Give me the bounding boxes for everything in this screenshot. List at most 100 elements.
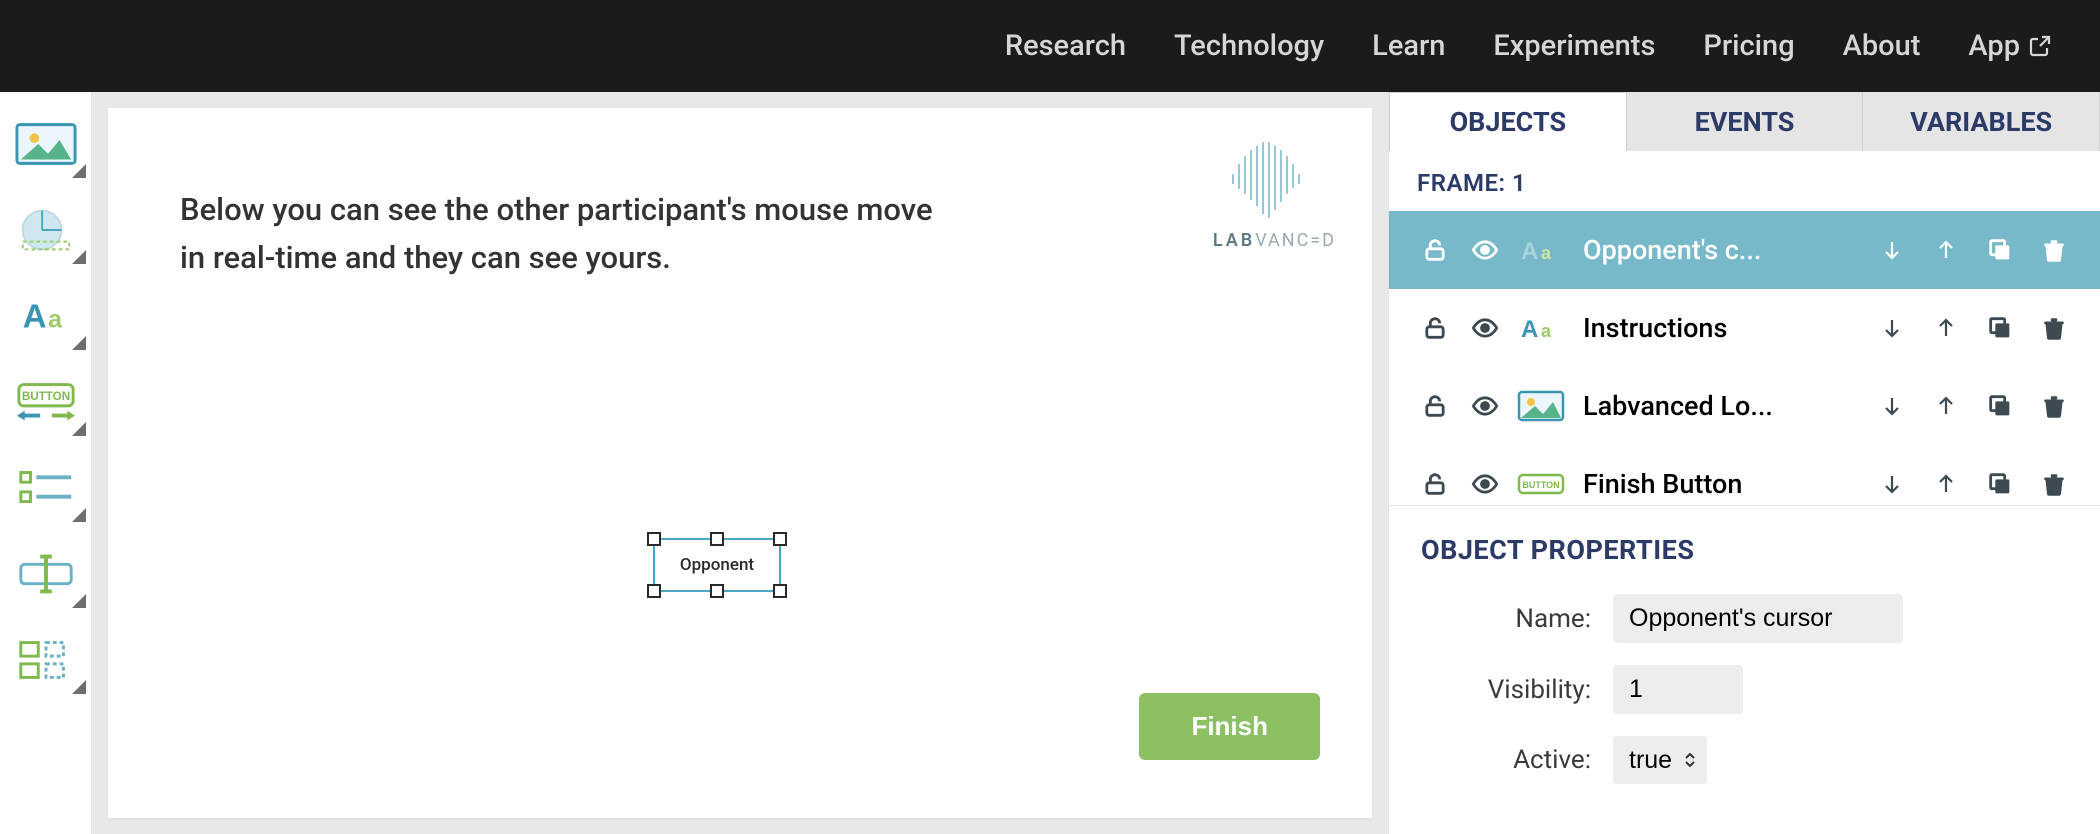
external-link-icon	[2028, 34, 2052, 58]
lock-icon[interactable]	[1417, 388, 1453, 424]
tab-variables[interactable]: VARIABLES	[1863, 92, 2100, 151]
object-row-0[interactable]: Aa Opponent's c...	[1389, 211, 2100, 289]
resize-handle-tl[interactable]	[647, 532, 661, 546]
prop-visibility-label: Visibility:	[1421, 675, 1591, 705]
tool-expand-corner-icon	[72, 508, 86, 522]
selected-object-opponent[interactable]: Opponent	[653, 538, 781, 592]
tool-button[interactable]: BUTTON	[6, 368, 86, 436]
tool-image[interactable]	[6, 110, 86, 178]
svg-text:A: A	[1521, 238, 1538, 265]
eye-icon[interactable]	[1467, 388, 1503, 424]
object-row-1[interactable]: Aa Instructions	[1389, 289, 2100, 367]
object-row-3[interactable]: BUTTON Finish Button	[1389, 445, 2100, 506]
duplicate-icon[interactable]	[1982, 388, 2018, 424]
object-type-icon: Aa	[1517, 312, 1565, 344]
move-up-icon[interactable]	[1928, 232, 1964, 268]
lock-icon[interactable]	[1417, 232, 1453, 268]
inspector-tabs: OBJECTS EVENTS VARIABLES	[1389, 92, 2100, 151]
move-down-icon[interactable]	[1874, 466, 1910, 502]
input-icon	[15, 550, 77, 598]
logo-prefix: LAB	[1213, 230, 1255, 251]
instructions-line1: Below you can see the other participant'…	[180, 186, 933, 234]
main-area: A a BUTTON	[0, 92, 2100, 834]
nav-about[interactable]: About	[1843, 29, 1921, 63]
nav-pricing[interactable]: Pricing	[1703, 29, 1794, 63]
nav-learn[interactable]: Learn	[1372, 29, 1445, 63]
move-down-icon[interactable]	[1874, 232, 1910, 268]
tool-expand-corner-icon	[72, 250, 86, 264]
canvas-instructions: Below you can see the other participant'…	[180, 186, 933, 282]
object-properties: OBJECT PROPERTIES Name: Visibility: Acti…	[1389, 506, 2100, 834]
instructions-line2: in real-time and they can see yours.	[180, 234, 933, 282]
resize-handle-tm[interactable]	[710, 532, 724, 546]
move-up-icon[interactable]	[1928, 310, 1964, 346]
svg-text:a: a	[1541, 243, 1552, 263]
resize-handle-bm[interactable]	[710, 584, 724, 598]
lock-icon[interactable]	[1417, 310, 1453, 346]
move-up-icon[interactable]	[1928, 466, 1964, 502]
tab-events[interactable]: EVENTS	[1627, 92, 1864, 151]
tool-grid[interactable]	[6, 626, 86, 694]
top-navbar: Research Technology Learn Experiments Pr…	[0, 0, 2100, 92]
tool-expand-corner-icon	[72, 336, 86, 350]
svg-text:BUTTON: BUTTON	[1522, 480, 1559, 490]
button-icon: BUTTON	[15, 378, 77, 426]
trash-icon[interactable]	[2036, 310, 2072, 346]
nav-technology[interactable]: Technology	[1174, 29, 1324, 63]
prop-visibility-input[interactable]	[1613, 665, 1743, 714]
prop-active-select[interactable]: true	[1613, 736, 1707, 784]
canvas-wrap: Below you can see the other participant'…	[92, 92, 1388, 834]
object-type-icon: BUTTON	[1517, 468, 1565, 500]
list-icon	[15, 464, 77, 512]
duplicate-icon[interactable]	[1982, 310, 2018, 346]
svg-text:a: a	[1541, 321, 1552, 341]
grid-icon	[15, 636, 77, 684]
resize-handle-bl[interactable]	[647, 584, 661, 598]
svg-text:A: A	[1521, 316, 1538, 343]
lock-icon[interactable]	[1417, 466, 1453, 502]
trash-icon[interactable]	[2036, 466, 2072, 502]
object-list: Aa Opponent's c... Aa Instructions Labvanced…	[1389, 211, 2100, 506]
brain-logo-icon	[1213, 134, 1321, 224]
resize-handle-br[interactable]	[773, 584, 787, 598]
selected-object-label: Opponent	[680, 555, 754, 575]
design-canvas[interactable]: Below you can see the other participant'…	[108, 108, 1372, 818]
duplicate-icon[interactable]	[1982, 232, 2018, 268]
move-down-icon[interactable]	[1874, 388, 1910, 424]
move-up-icon[interactable]	[1928, 388, 1964, 424]
object-name: Instructions	[1579, 312, 1860, 344]
tool-expand-corner-icon	[72, 680, 86, 694]
circle-icon	[15, 206, 77, 254]
image-icon	[15, 120, 77, 168]
object-row-2[interactable]: Labvanced Lo...	[1389, 367, 2100, 445]
eye-icon[interactable]	[1467, 466, 1503, 502]
eye-icon[interactable]	[1467, 310, 1503, 346]
nav-app[interactable]: App	[1968, 29, 2052, 63]
move-down-icon[interactable]	[1874, 310, 1910, 346]
tool-list[interactable]	[6, 454, 86, 522]
prop-name-input[interactable]	[1613, 594, 1903, 643]
tool-input[interactable]	[6, 540, 86, 608]
labvanced-logo: LABVANC=D	[1213, 134, 1336, 251]
trash-icon[interactable]	[2036, 388, 2072, 424]
object-name: Opponent's c...	[1579, 234, 1860, 266]
resize-handle-tr[interactable]	[773, 532, 787, 546]
toolbox: A a BUTTON	[0, 92, 92, 834]
prop-name-label: Name:	[1421, 604, 1591, 634]
tab-objects[interactable]: OBJECTS	[1389, 92, 1627, 151]
eye-icon[interactable]	[1467, 232, 1503, 268]
trash-icon[interactable]	[2036, 232, 2072, 268]
tool-circle[interactable]	[6, 196, 86, 264]
object-name: Finish Button	[1579, 468, 1860, 500]
tool-expand-corner-icon	[72, 594, 86, 608]
text-icon: A a	[15, 292, 77, 340]
nav-experiments[interactable]: Experiments	[1493, 29, 1655, 63]
tool-text[interactable]: A a	[6, 282, 86, 350]
finish-button[interactable]: Finish	[1139, 693, 1320, 760]
inspector-panel: OBJECTS EVENTS VARIABLES FRAME: 1 AaOppo…	[1388, 92, 2100, 834]
object-type-icon: Aa	[1517, 234, 1565, 266]
prop-active-label: Active:	[1421, 745, 1591, 775]
svg-text:A: A	[22, 298, 46, 335]
nav-research[interactable]: Research	[1005, 29, 1126, 63]
duplicate-icon[interactable]	[1982, 466, 2018, 502]
